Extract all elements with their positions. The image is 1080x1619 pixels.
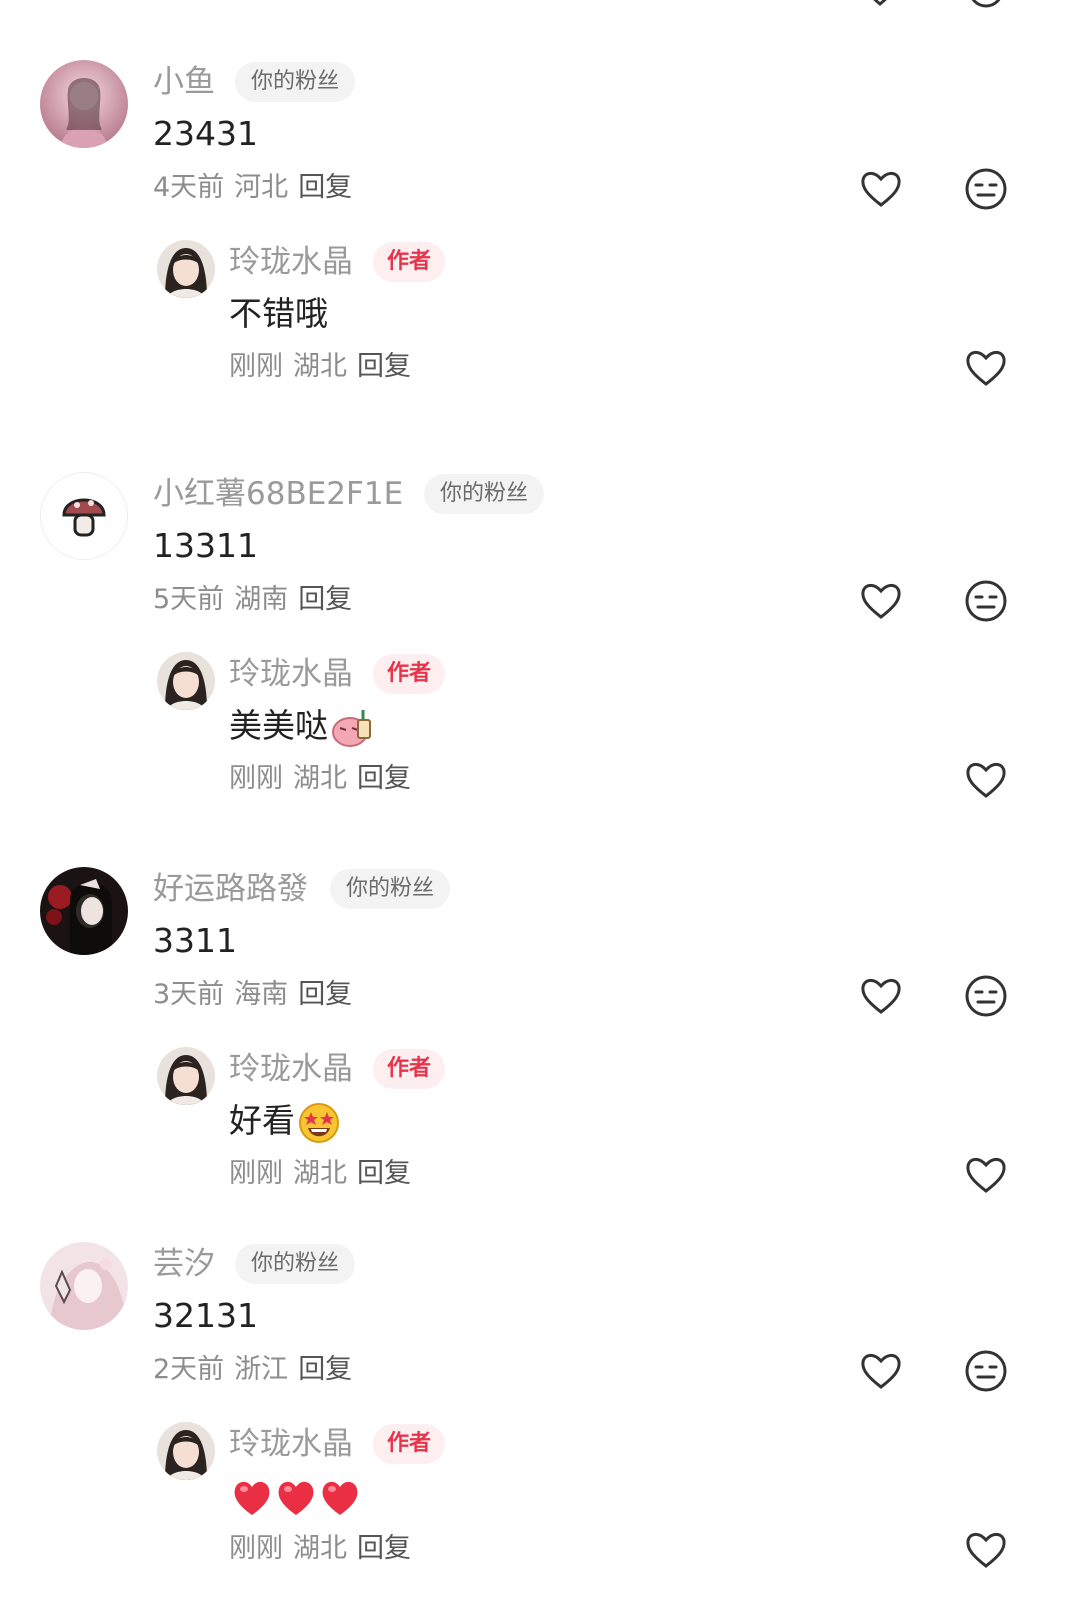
author-badge: 作者 — [373, 1049, 446, 1089]
reply-location: 湖北 — [293, 1533, 347, 1564]
comment-time: 4天前 — [153, 172, 225, 203]
reply-button[interactable]: 回复 — [357, 351, 411, 382]
neutral-face-icon[interactable] — [963, 973, 1009, 1019]
comment-meta: 3天前 海南 回复 — [153, 977, 352, 1013]
author-badge: 作者 — [373, 242, 446, 282]
comment-text: 3311 — [153, 921, 237, 960]
reply-username[interactable]: 玲珑水晶 — [229, 1424, 353, 1464]
heart-icon[interactable] — [860, 0, 900, 10]
reply-button[interactable]: 回复 — [357, 1533, 411, 1564]
reply-button[interactable]: 回复 — [298, 979, 352, 1010]
comment-text: 23431 — [153, 114, 258, 153]
reply-button[interactable]: 回复 — [298, 1354, 352, 1385]
star-struck-emoji — [299, 1102, 339, 1143]
fan-badge: 你的粉丝 — [330, 869, 451, 909]
comment-location: 湖南 — [234, 584, 289, 615]
reply-time: 刚刚 — [229, 763, 283, 794]
avatar[interactable] — [157, 240, 215, 298]
pink-blob-emoji — [332, 709, 371, 747]
avatar[interactable] — [157, 1422, 215, 1480]
fan-badge: 你的粉丝 — [235, 62, 356, 102]
reply-meta: 刚刚 湖北 回复 — [229, 349, 411, 385]
reply-button[interactable]: 回复 — [357, 763, 411, 794]
neutral-face-icon[interactable] — [963, 166, 1009, 212]
reply-username[interactable]: 玲珑水晶 — [229, 654, 353, 694]
neutral-face-icon[interactable] — [963, 1348, 1009, 1394]
reply-button[interactable]: 回复 — [357, 1158, 411, 1189]
reply-username[interactable]: 玲珑水晶 — [229, 1049, 353, 1089]
reply-location: 湖北 — [293, 763, 347, 794]
comment-time: 3天前 — [153, 979, 225, 1010]
reply-text: 好看 — [229, 1099, 341, 1145]
reply-location: 湖北 — [293, 1158, 347, 1189]
reply-meta: 刚刚 湖北 回复 — [229, 1531, 411, 1567]
author-badge: 作者 — [373, 1424, 446, 1464]
heart-icon[interactable] — [963, 1527, 1009, 1573]
heart-icon[interactable] — [858, 1348, 904, 1394]
reply-time: 刚刚 — [229, 1158, 283, 1189]
heart-icon[interactable] — [963, 345, 1009, 391]
comment-time: 5天前 — [153, 584, 225, 615]
heart-icon[interactable] — [963, 1152, 1009, 1198]
author-badge: 作者 — [373, 654, 446, 694]
comment-location: 浙江 — [234, 1354, 289, 1385]
reply-location: 湖北 — [293, 351, 347, 382]
reply-text-value: 美美哒 — [229, 706, 328, 745]
comment-location: 海南 — [234, 979, 289, 1010]
comment-username[interactable]: 芸汐 — [153, 1244, 215, 1284]
comment-username[interactable]: 好运路路發 — [153, 869, 308, 909]
comment-username[interactable]: 小红薯68BE2F1E — [153, 474, 403, 514]
avatar[interactable] — [40, 1242, 128, 1330]
comment-text: 32131 — [153, 1296, 258, 1335]
avatar[interactable] — [40, 60, 128, 148]
reply-time: 刚刚 — [229, 351, 283, 382]
comment-time: 2天前 — [153, 1354, 225, 1385]
reply-button[interactable]: 回复 — [298, 172, 352, 203]
heart-icon[interactable] — [963, 757, 1009, 803]
comment-text: 13311 — [153, 526, 258, 565]
avatar[interactable] — [157, 652, 215, 710]
reply-time: 刚刚 — [229, 1533, 283, 1564]
comment-meta: 2天前 浙江 回复 — [153, 1352, 352, 1388]
reply-text-value: 不错哦 — [229, 294, 328, 333]
reply-meta: 刚刚 湖北 回复 — [229, 1156, 411, 1192]
neutral-face-icon[interactable] — [966, 0, 1006, 10]
reply-text: 不错哦 — [229, 292, 328, 336]
heart-icon[interactable] — [858, 166, 904, 212]
avatar[interactable] — [40, 472, 128, 560]
comment-username[interactable]: 小鱼 — [153, 62, 215, 102]
heart-icon[interactable] — [858, 973, 904, 1019]
fan-badge: 你的粉丝 — [424, 474, 545, 514]
reply-button[interactable]: 回复 — [298, 584, 352, 615]
reply-text-value: 好看 — [229, 1101, 295, 1140]
fan-badge: 你的粉丝 — [235, 1244, 356, 1284]
avatar[interactable] — [157, 1047, 215, 1105]
avatar[interactable] — [40, 867, 128, 955]
comment-meta: 5天前 湖南 回复 — [153, 582, 352, 618]
reply-username[interactable]: 玲珑水晶 — [229, 242, 353, 282]
reply-text — [229, 1474, 361, 1519]
red-heart-emoji — [322, 1481, 358, 1515]
red-heart-emoji — [278, 1481, 314, 1515]
neutral-face-icon[interactable] — [963, 578, 1009, 624]
heart-icon[interactable] — [858, 578, 904, 624]
red-heart-emoji — [234, 1481, 270, 1515]
reply-text: 美美哒 — [229, 704, 374, 750]
reply-meta: 刚刚 湖北 回复 — [229, 761, 411, 797]
comment-location: 河北 — [234, 172, 289, 203]
comment-meta: 4天前 河北 回复 — [153, 170, 352, 206]
